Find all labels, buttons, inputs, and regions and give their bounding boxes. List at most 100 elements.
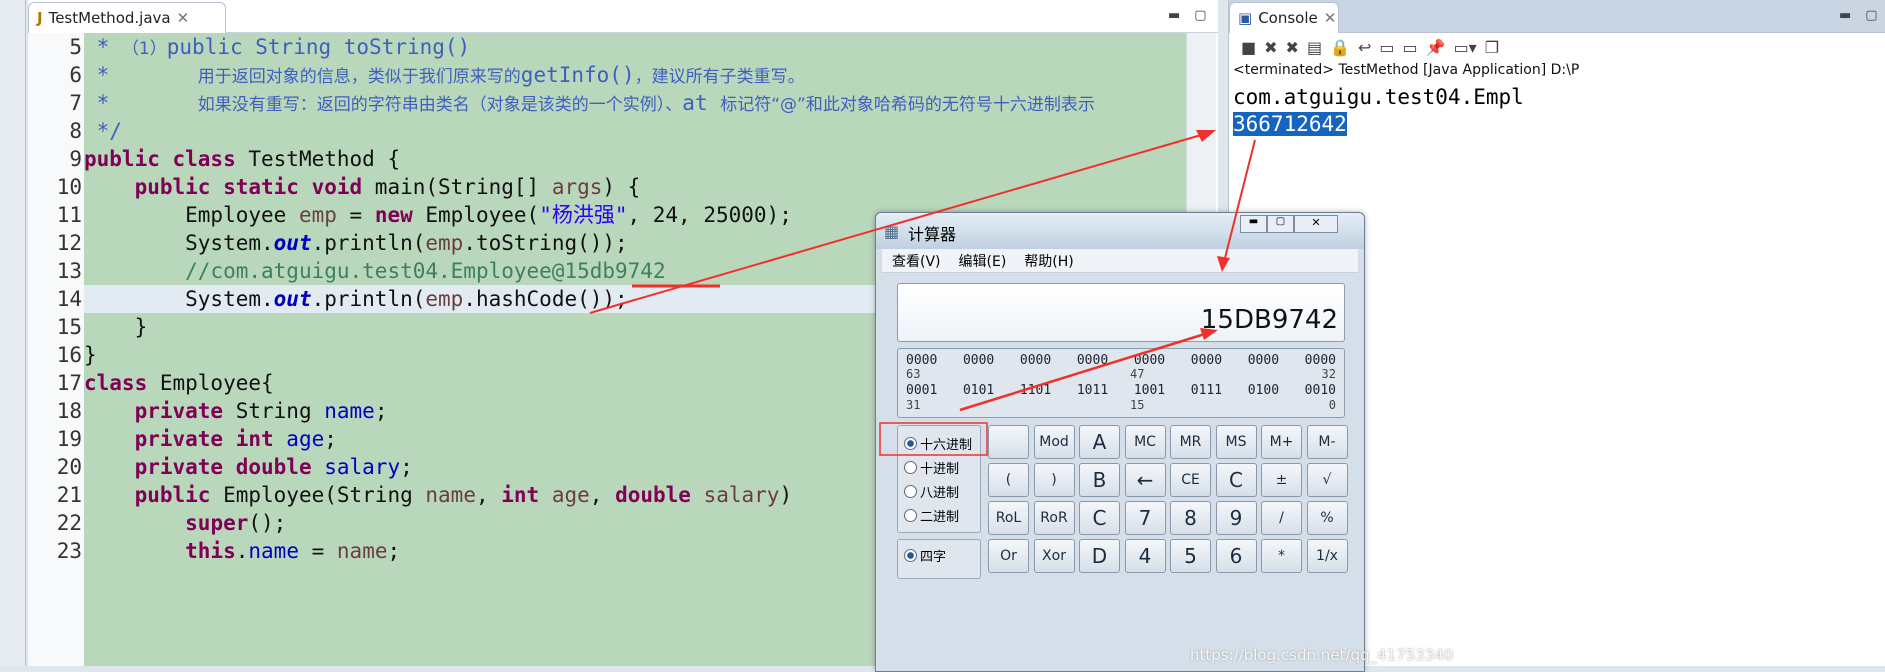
terminate-icon[interactable]: ■ (1241, 38, 1256, 57)
calc-button-4[interactable]: 4 (1124, 539, 1166, 573)
calc-button-M[interactable]: M+ (1261, 425, 1302, 459)
line-number: 6 (69, 63, 82, 87)
calc-button-MR[interactable]: MR (1170, 425, 1211, 459)
calc-button-C[interactable]: C (1215, 463, 1257, 497)
calc-button-5[interactable]: 5 (1170, 539, 1211, 573)
calc-button-sym17[interactable]: √ (1306, 463, 1348, 497)
minimize-icon[interactable]: ▬ (1168, 8, 1180, 23)
show-on-stderr-icon[interactable]: ▭ (1403, 38, 1418, 57)
code-token: salary (703, 483, 780, 507)
clear-console-icon[interactable]: ▤ (1307, 38, 1322, 57)
close-icon[interactable]: ✕ (1324, 9, 1337, 27)
code-token: .println( (311, 231, 426, 255)
maximize-icon[interactable]: ▢ (1865, 8, 1877, 23)
close-icon[interactable]: ✕ (177, 9, 190, 27)
code-token: double (615, 483, 704, 507)
calc-button-B[interactable]: B (1079, 463, 1120, 497)
radio-bin[interactable]: 二进制 (904, 506, 959, 525)
maximize-icon[interactable]: ▢ (1267, 215, 1294, 233)
code-line: */ (84, 117, 1186, 145)
minimize-icon[interactable]: ▬ (1839, 8, 1851, 23)
console-line-selected: 366712642 (1233, 112, 1347, 136)
bit-index: 31 (906, 398, 921, 412)
code-token: ) (779, 483, 793, 507)
maximize-icon[interactable]: ▢ (1194, 8, 1206, 23)
bit-nibble: 0001 (906, 383, 938, 398)
radio-button-icon (904, 461, 917, 474)
tab-label: TestMethod.java (48, 9, 171, 27)
scroll-lock-icon[interactable]: 🔒 (1330, 38, 1350, 57)
calc-button-Xor[interactable]: Xor (1033, 539, 1075, 573)
radio-qword[interactable]: 四字 (904, 546, 946, 565)
calc-button-Or[interactable]: Or (988, 539, 1029, 573)
code-token: * (84, 35, 122, 59)
code-token: ; (324, 427, 337, 451)
code-token: （1） (121, 39, 167, 59)
calc-button-7[interactable]: 7 (1124, 501, 1166, 535)
calc-button-M[interactable]: M- (1306, 425, 1348, 459)
calc-button-RoL[interactable]: RoL (988, 501, 1029, 535)
calc-button-1x[interactable]: 1/x (1306, 539, 1348, 573)
code-token: salary (324, 455, 401, 479)
radio-hex[interactable]: 十六进制 (904, 434, 972, 453)
calc-button-sym11[interactable]: ) (1033, 463, 1075, 497)
calc-button-C[interactable]: C (1079, 501, 1120, 535)
calc-button-D[interactable]: D (1079, 539, 1120, 573)
radio-oct[interactable]: 八进制 (904, 482, 959, 501)
bit-display: 0000 0000 0000 0000 0000 0000 0000 0000 63 47 3… (897, 348, 1345, 418)
calc-button-sym26[interactable]: / (1261, 501, 1302, 535)
calc-button-sym27[interactable]: % (1306, 501, 1348, 535)
calc-button-MS[interactable]: MS (1215, 425, 1257, 459)
close-icon[interactable]: ✕ (1294, 215, 1338, 233)
remove-all-icon[interactable]: ✖ (1286, 38, 1299, 57)
calc-button-RoR[interactable]: RoR (1033, 501, 1075, 535)
code-token: (); (248, 511, 287, 535)
pin-console-icon[interactable]: 📌 (1426, 38, 1446, 57)
remove-launch-icon[interactable]: ✖ (1264, 38, 1277, 57)
radio-button-icon (904, 437, 917, 450)
radio-dec[interactable]: 十进制 (904, 458, 959, 477)
calc-button-sym13[interactable]: ← (1124, 463, 1166, 497)
watermark: https://blog.csdn.net/qq_41753340 (1190, 646, 1454, 664)
code-token: name (336, 539, 388, 563)
show-on-stdout-icon[interactable]: ▭ (1379, 38, 1394, 57)
tab-testmethod-java[interactable]: J TestMethod.java ✕ (28, 2, 226, 33)
radio-label: 二进制 (920, 510, 960, 525)
calc-button-blank[interactable] (988, 425, 1029, 459)
display-console-icon[interactable]: ▭▾ (1454, 38, 1477, 57)
code-line: * 用于返回对象的信息，类似于我们原来写的getInfo()，建议所有子类重写。 (84, 61, 1186, 89)
code-token: String (235, 399, 325, 423)
calc-button-sym36[interactable]: * (1261, 539, 1302, 573)
minimize-icon[interactable]: ▬ (1240, 215, 1267, 233)
menu-edit[interactable]: 编辑(E) (959, 251, 1007, 271)
calculator-display: 15DB9742 (897, 283, 1345, 342)
calc-button-CE[interactable]: CE (1170, 463, 1211, 497)
bit-nibble: 0000 (1190, 353, 1223, 368)
code-token: age (286, 427, 325, 451)
word-wrap-icon[interactable]: ↩ (1358, 38, 1371, 57)
calculator-title-bar[interactable]: ▦ 计算器 ▬ ▢ ✕ (876, 213, 1364, 249)
console-status: <terminated> TestMethod [Java Applicatio… (1233, 62, 1580, 78)
calc-button-8[interactable]: 8 (1170, 501, 1211, 535)
code-token: = (336, 203, 375, 227)
line-number: 8 (69, 119, 82, 143)
calc-button-9[interactable]: 9 (1215, 501, 1257, 535)
menu-help[interactable]: 帮助(H) (1024, 251, 1073, 271)
calc-button-6[interactable]: 6 (1215, 539, 1257, 573)
menu-view[interactable]: 查看(V) (892, 251, 941, 271)
code-token: //com.atguigu.test04.Employee@15db9742 (185, 259, 666, 283)
tab-console[interactable]: ▣ Console ✕ (1229, 2, 1339, 33)
new-console-icon[interactable]: ❐ (1485, 38, 1499, 57)
bit-index: 15 (1130, 398, 1145, 412)
line-number: 18 (56, 399, 82, 423)
calc-button-A[interactable]: A (1079, 425, 1120, 459)
calc-button-Mod[interactable]: Mod (1033, 425, 1075, 459)
calc-button-MC[interactable]: MC (1124, 425, 1166, 459)
line-number: 21 (56, 483, 82, 507)
radio-label: 十六进制 (920, 438, 973, 453)
calc-button-sym16[interactable]: ± (1261, 463, 1302, 497)
code-token: private double (134, 455, 325, 479)
calc-button-sym10[interactable]: ( (988, 463, 1029, 497)
code-token: getInfo() (520, 63, 635, 87)
console-output[interactable]: com.atguigu.test04.Empl 366712642 (1233, 84, 1524, 138)
